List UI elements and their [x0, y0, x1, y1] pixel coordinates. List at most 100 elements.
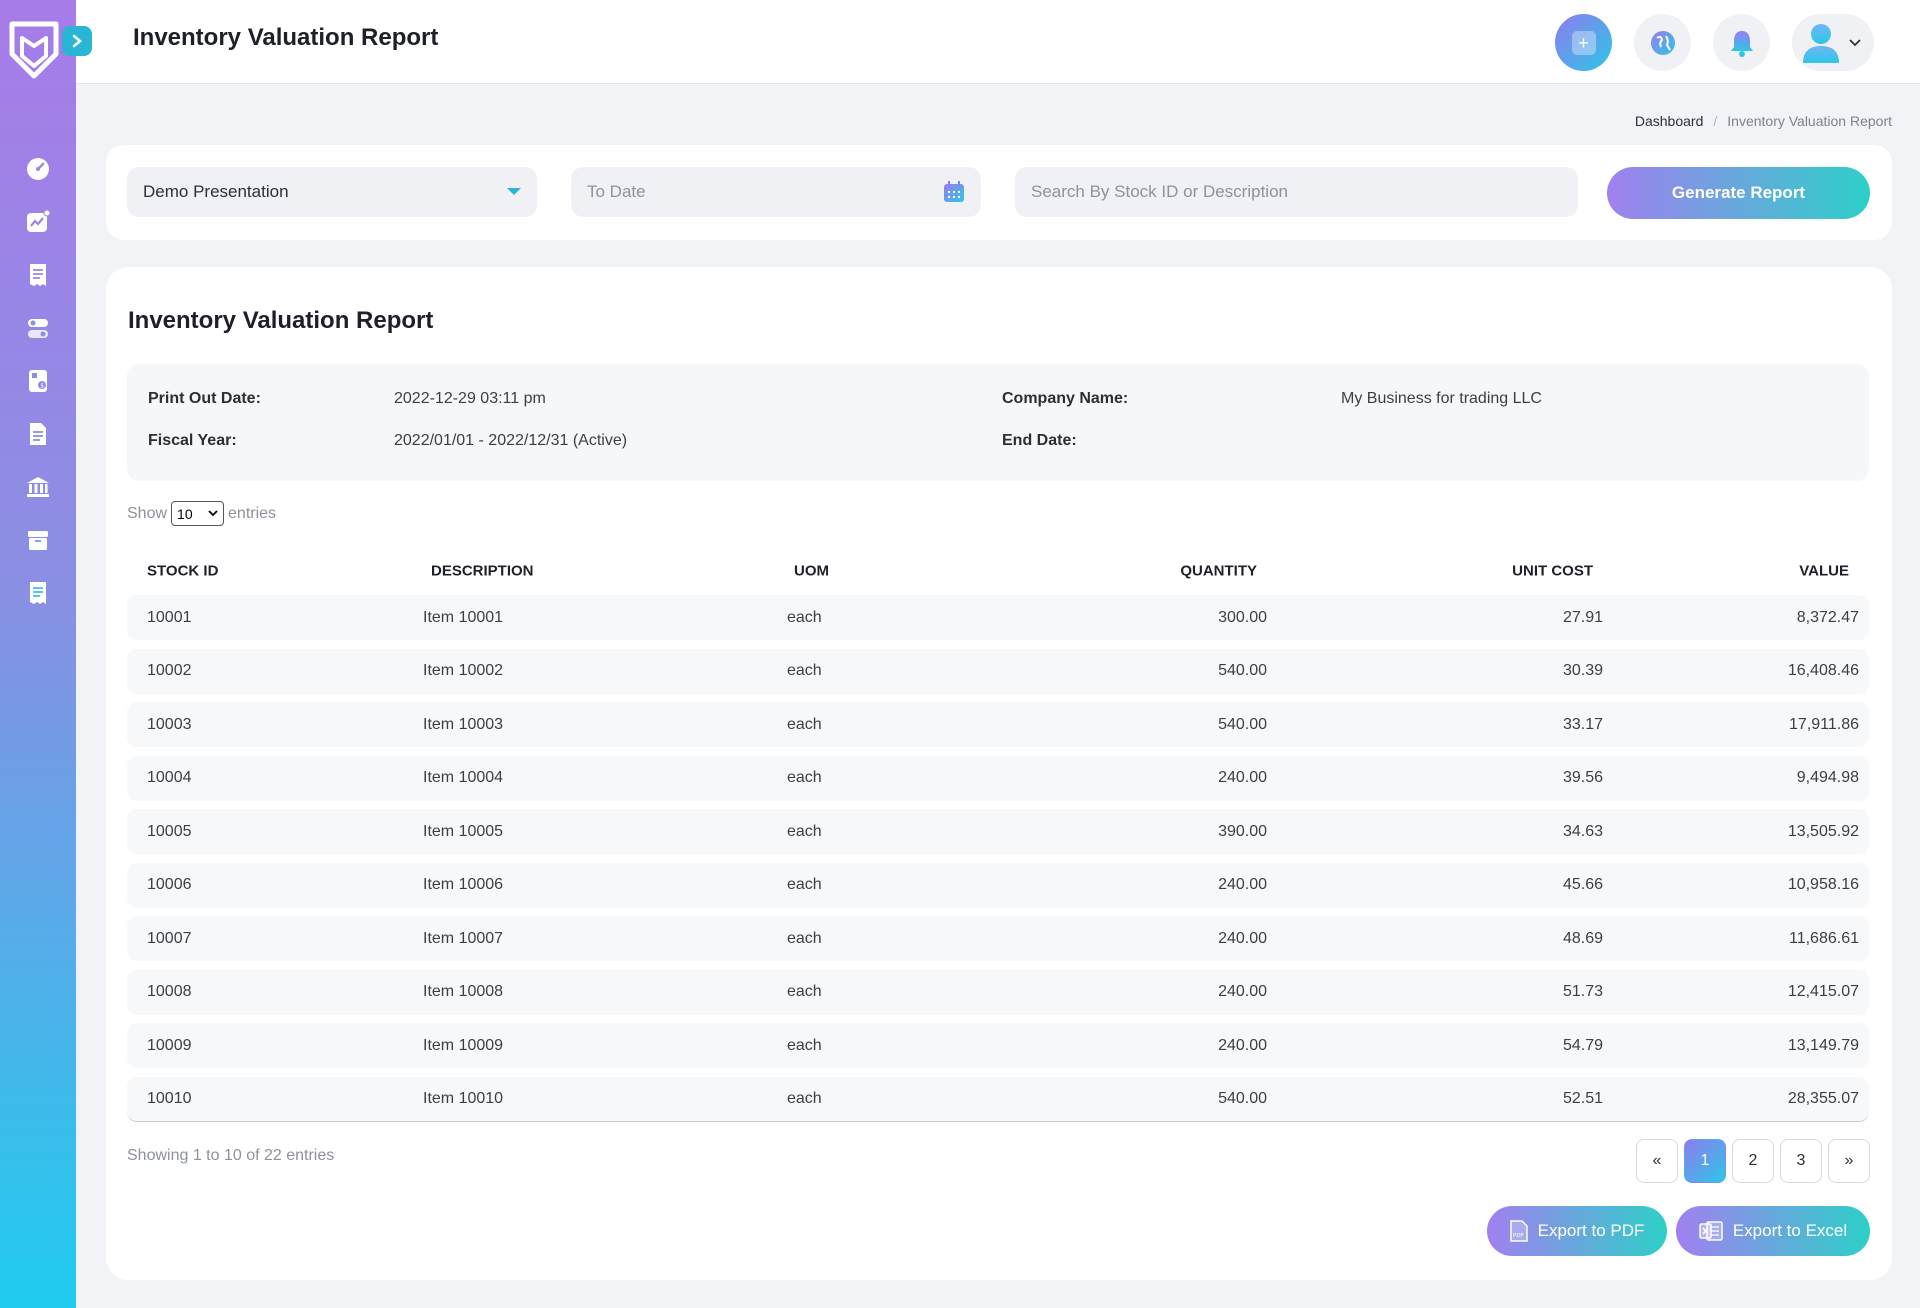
company-select[interactable]: Demo Presentation — [127, 167, 537, 217]
document-icon — [30, 422, 46, 445]
svg-text:PDF: PDF — [1513, 1233, 1524, 1239]
column-header-unit-cost[interactable]: UNIT COST — [1512, 563, 1593, 580]
column-header-stock-id[interactable]: STOCK ID — [147, 563, 218, 580]
breadcrumb-current: Inventory Valuation Report — [1727, 113, 1892, 129]
cell-value: 10,958.16 — [1787, 876, 1859, 893]
cell-stock-id: 10006 — [147, 876, 192, 893]
invoice-icon — [30, 581, 46, 604]
table-row[interactable]: 10002 Item 10002 each 540.00 30.39 16,408.46 — [127, 648, 1869, 694]
nav-receipts[interactable] — [0, 248, 76, 301]
generate-report-button[interactable]: Generate Report — [1607, 167, 1870, 219]
nav-settings[interactable] — [0, 301, 76, 354]
svg-text:$: $ — [40, 382, 44, 389]
cell-value: 9,494.98 — [1796, 769, 1859, 786]
column-header-description[interactable]: DESCRIPTION — [431, 563, 534, 580]
chevron-down-icon — [1849, 38, 1861, 46]
cell-quantity: 240.00 — [1218, 876, 1267, 893]
entries-show-label: Show — [127, 504, 168, 522]
nav-banking[interactable] — [0, 460, 76, 513]
to-date-input[interactable]: To Date — [571, 167, 981, 217]
report-title: Inventory Valuation Report — [128, 307, 434, 334]
language-button[interactable] — [1634, 14, 1691, 71]
breadcrumb-dashboard-link[interactable]: Dashboard — [1635, 113, 1704, 129]
cell-uom: each — [787, 769, 822, 786]
breadcrumb: Dashboard / Inventory Valuation Report — [1635, 113, 1892, 129]
calendar-icon[interactable] — [943, 181, 965, 203]
table-row[interactable]: 10001 Item 10001 each 300.00 27.91 8,372.47 — [127, 595, 1869, 640]
end-date-label: End Date: — [1002, 432, 1077, 449]
sidebar-toggle-button[interactable] — [62, 26, 92, 56]
pagination-page-1[interactable]: 1 — [1684, 1139, 1726, 1183]
search-input[interactable]: Search By Stock ID or Description — [1015, 167, 1578, 217]
cell-quantity: 540.00 — [1218, 1089, 1267, 1107]
export-excel-label: Export to Excel — [1732, 1221, 1848, 1240]
nav-accounting[interactable]: $ — [0, 354, 76, 407]
user-menu[interactable] — [1792, 14, 1874, 71]
cell-description: Item 10001 — [423, 608, 504, 626]
nav-documents[interactable] — [0, 407, 76, 460]
cell-description: Item 10008 — [423, 983, 504, 1000]
sidebar: $ — [0, 0, 76, 1308]
cell-unit-cost: 27.91 — [1562, 608, 1603, 626]
cell-unit-cost: 48.69 — [1562, 929, 1603, 947]
notifications-button[interactable] — [1713, 14, 1770, 71]
report-card: Inventory Valuation Report Print Out Dat… — [106, 267, 1892, 1280]
cell-quantity: 540.00 — [1218, 715, 1267, 733]
pagination-page-3[interactable]: 3 — [1780, 1139, 1822, 1183]
quick-add-button[interactable]: + — [1555, 14, 1612, 71]
receipt-icon — [30, 263, 46, 286]
cell-quantity: 240.00 — [1218, 769, 1267, 786]
search-placeholder: Search By Stock ID or Description — [1031, 182, 1288, 201]
toggle-icon — [28, 318, 48, 338]
table-row[interactable]: 10005 Item 10005 each 390.00 34.63 13,505.92 — [127, 809, 1869, 854]
entries-control: Show 10 entries — [127, 501, 276, 526]
pagination: « 1 2 3 » — [1636, 1139, 1870, 1183]
page-title: Inventory Valuation Report — [133, 24, 439, 51]
table-row[interactable]: 10006 Item 10006 each 240.00 45.66 10,958.16 — [127, 862, 1869, 908]
logo-icon[interactable] — [8, 20, 60, 80]
cell-stock-id: 10005 — [147, 822, 192, 840]
cell-stock-id: 10003 — [147, 715, 192, 733]
cell-value: 11,686.61 — [1789, 929, 1859, 947]
entries-suffix-label: entries — [228, 504, 277, 522]
box-icon — [28, 530, 48, 550]
cell-unit-cost: 51.73 — [1562, 983, 1603, 1000]
cell-value: 13,505.92 — [1787, 822, 1859, 840]
top-actions: + — [1555, 14, 1874, 71]
table-row[interactable]: 10009 Item 10009 each 240.00 54.79 13,149.79 — [127, 1023, 1869, 1068]
cell-quantity: 300.00 — [1218, 608, 1267, 626]
column-header-uom[interactable]: UOM — [794, 563, 829, 580]
nav-analytics[interactable] — [0, 195, 76, 248]
table-row[interactable]: 10007 Item 10007 each 240.00 48.69 11,686.61 — [127, 916, 1869, 961]
pagination-prev[interactable]: « — [1636, 1139, 1678, 1183]
nav-inventory[interactable] — [0, 513, 76, 566]
pagination-next[interactable]: » — [1828, 1139, 1870, 1183]
entries-select[interactable]: 10 — [171, 501, 225, 526]
cell-uom: each — [787, 1036, 822, 1054]
nav-invoices[interactable] — [0, 566, 76, 619]
cell-stock-id: 10007 — [147, 929, 192, 947]
cell-value: 17,911.86 — [1789, 715, 1859, 733]
cell-unit-cost: 45.66 — [1562, 876, 1603, 893]
cell-uom: each — [787, 715, 822, 733]
company-name-value: My Business for trading LLC — [1341, 390, 1542, 407]
chevron-down-icon — [208, 510, 218, 517]
table-row[interactable]: 10003 Item 10003 each 540.00 33.17 17,911.86 — [127, 702, 1869, 747]
cell-unit-cost: 33.17 — [1562, 715, 1603, 733]
user-icon — [1803, 23, 1839, 63]
nav-dashboard[interactable] — [0, 142, 76, 195]
export-excel-button[interactable]: Export to Excel — [1676, 1206, 1870, 1256]
filter-card: Demo Presentation To Date Search By Stoc… — [106, 145, 1892, 240]
table-row[interactable]: 10010 Item 10010 each 540.00 52.51 28,355.07 — [127, 1076, 1869, 1122]
column-header-quantity[interactable]: QUANTITY — [1180, 563, 1257, 580]
cell-unit-cost: 52.51 — [1562, 1089, 1603, 1107]
cell-uom: each — [787, 608, 822, 626]
table-row[interactable]: 10004 Item 10004 each 240.00 39.56 9,494.98 — [127, 755, 1869, 801]
globe-icon — [1650, 30, 1675, 55]
pagination-page-2[interactable]: 2 — [1732, 1139, 1774, 1183]
table-row[interactable]: 10008 Item 10008 each 240.00 51.73 12,415.07 — [127, 969, 1869, 1015]
column-header-value[interactable]: VALUE — [1799, 563, 1849, 580]
pdf-file-icon: PDF — [1509, 1220, 1528, 1242]
cell-stock-id: 10004 — [147, 769, 192, 786]
export-pdf-button[interactable]: PDF Export to PDF — [1487, 1206, 1667, 1256]
